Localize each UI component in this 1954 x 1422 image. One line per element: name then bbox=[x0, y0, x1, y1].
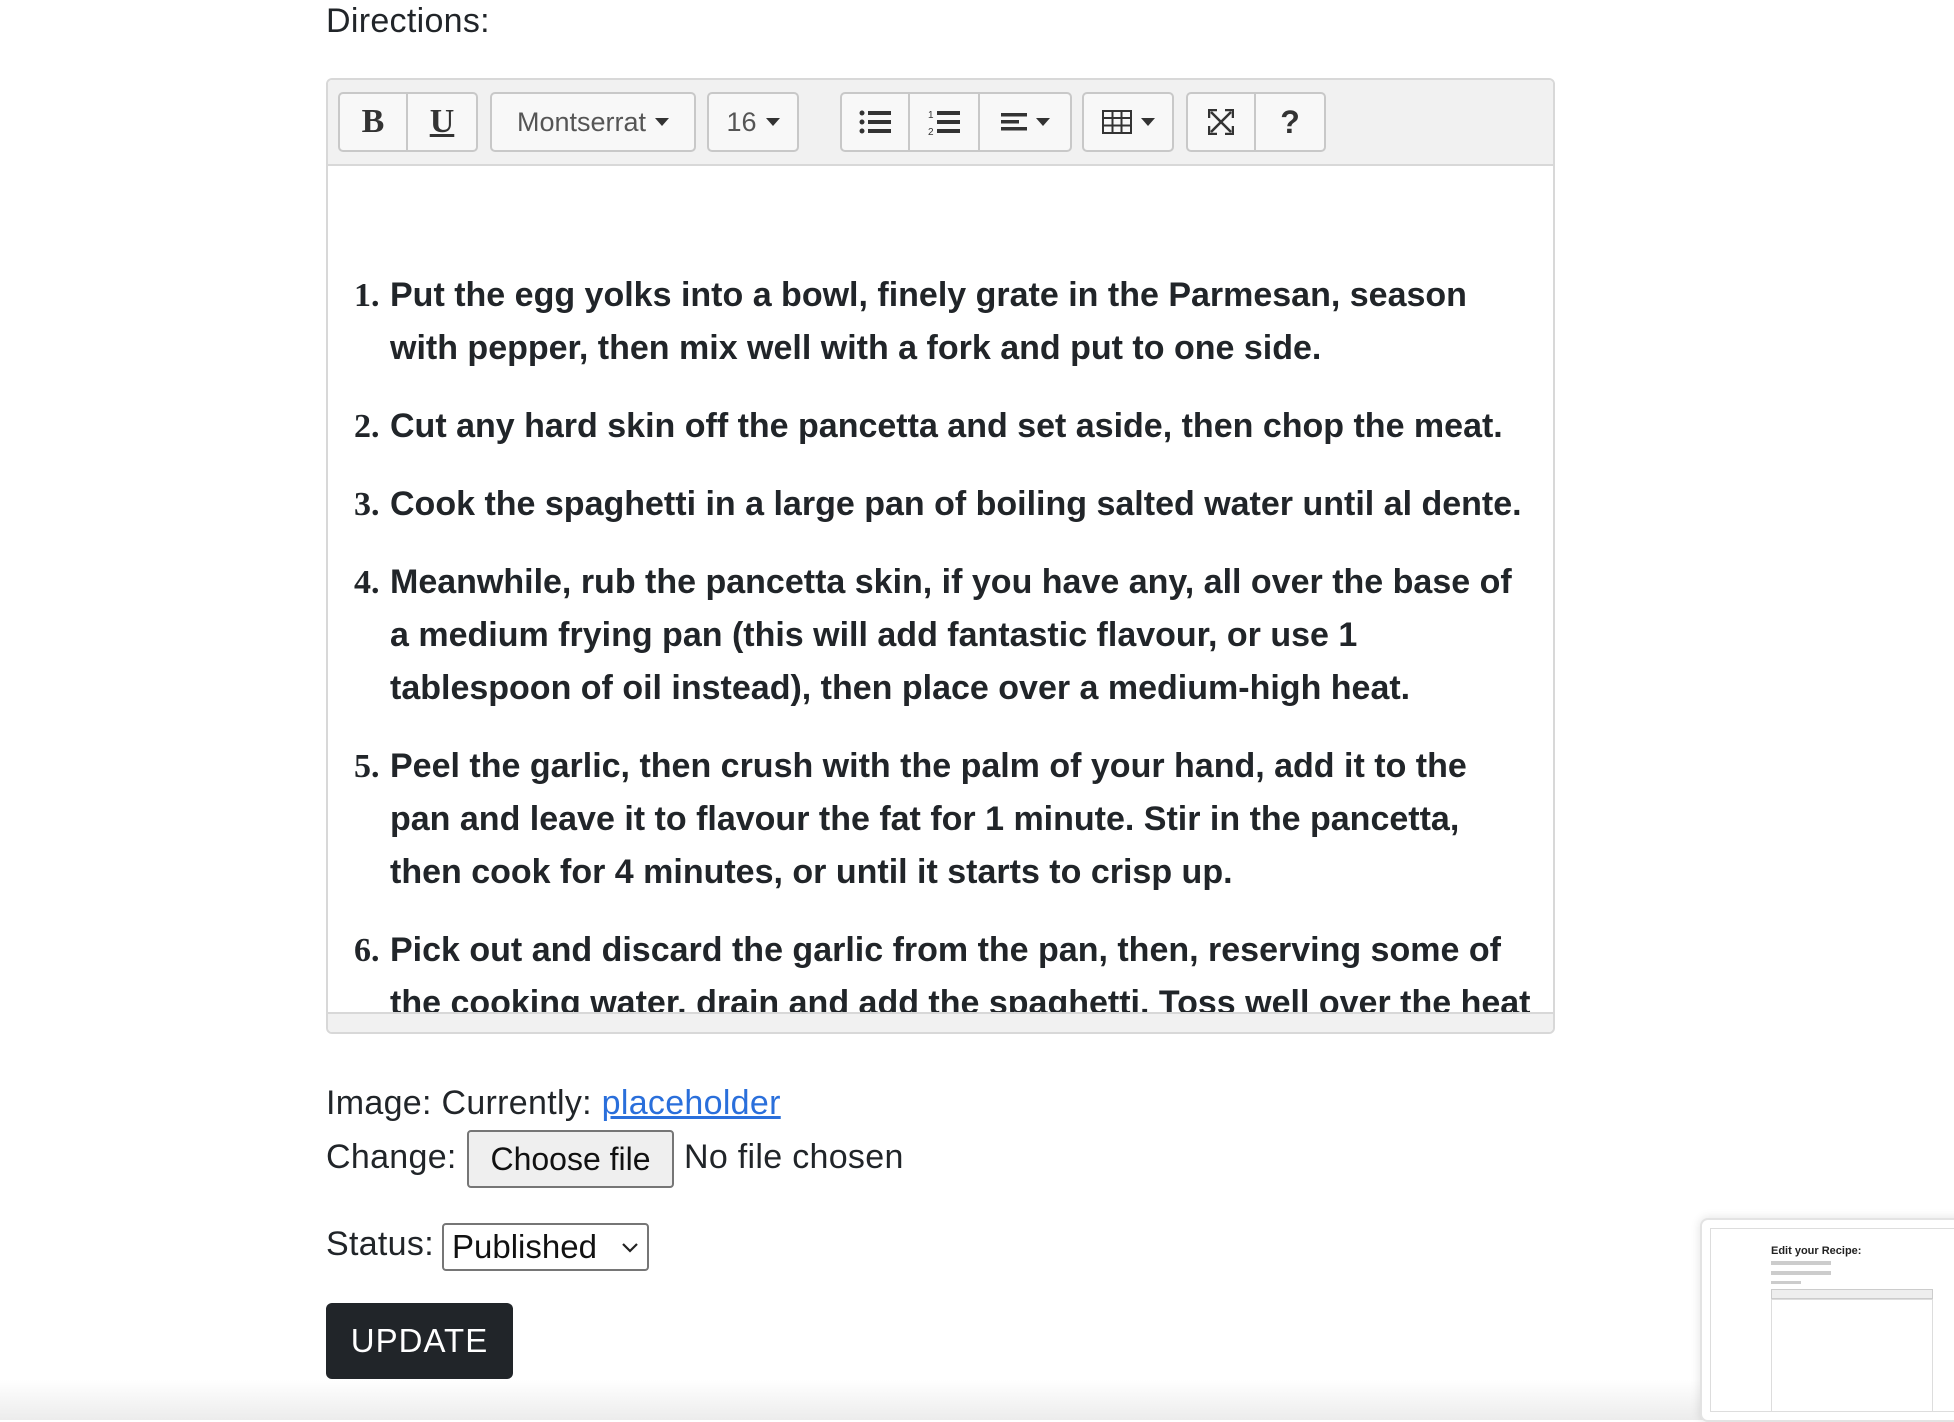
list-item: Meanwhile, rub the pancetta skin, if you… bbox=[388, 556, 1535, 715]
list-item: Put the egg yolks into a bowl, finely gr… bbox=[388, 269, 1535, 375]
bold-button[interactable]: B bbox=[338, 92, 408, 152]
list-item: Cut any hard skin off the pancetta and s… bbox=[388, 400, 1535, 453]
bottom-edge-shadow bbox=[0, 1380, 1954, 1420]
numbered-list-icon: 1 2 bbox=[928, 110, 960, 136]
list-item: Pick out and discard the garlic from the… bbox=[388, 924, 1535, 1014]
thumbnail-line bbox=[1771, 1281, 1801, 1284]
directions-editor: B U Montserrat 16 1 2 ? 1. Put the egg y… bbox=[326, 78, 1555, 1034]
thumbnail-preview: Edit your Recipe: bbox=[1710, 1228, 1954, 1412]
chevron-down-icon bbox=[1140, 118, 1155, 126]
table-dropdown[interactable] bbox=[1082, 92, 1174, 152]
status-label: Status: bbox=[326, 1225, 434, 1263]
thumbnail-toolbar bbox=[1771, 1289, 1933, 1299]
choose-file-button[interactable]: Choose file bbox=[467, 1130, 674, 1188]
thumbnail-line bbox=[1771, 1261, 1831, 1265]
chevron-down-icon bbox=[1035, 118, 1050, 126]
underline-button[interactable]: U bbox=[408, 92, 478, 152]
current-image-link[interactable]: placeholder bbox=[602, 1084, 781, 1122]
paragraph-group: 1 2 bbox=[840, 92, 1072, 152]
thumbnail-title: Edit your Recipe: bbox=[1771, 1245, 1862, 1257]
screenshot-thumbnail[interactable]: Edit your Recipe: bbox=[1700, 1218, 1954, 1422]
font-size-value: 16 bbox=[726, 106, 757, 137]
unordered-list-button[interactable] bbox=[840, 92, 910, 152]
view-group: ? bbox=[1186, 92, 1326, 152]
svg-text:1: 1 bbox=[928, 110, 934, 121]
directions-label: Directions: bbox=[326, 2, 490, 40]
fullscreen-button[interactable] bbox=[1186, 92, 1256, 152]
editor-resize-handle[interactable] bbox=[328, 1012, 1553, 1032]
table-icon bbox=[1101, 110, 1132, 134]
chevron-down-icon bbox=[622, 1243, 638, 1253]
align-dropdown[interactable] bbox=[980, 92, 1072, 152]
ordered-list-button[interactable]: 1 2 bbox=[910, 92, 980, 152]
align-left-icon bbox=[1000, 113, 1027, 131]
chevron-down-icon bbox=[655, 118, 670, 126]
editor-content[interactable]: Put the egg yolks into a bowl, finely gr… bbox=[328, 164, 1553, 1014]
font-name-dropdown[interactable]: Montserrat bbox=[490, 92, 696, 152]
font-size-dropdown[interactable]: 16 bbox=[707, 92, 799, 152]
list-item: Peel the garlic, then crush with the pal… bbox=[388, 740, 1535, 899]
thumbnail-editor bbox=[1771, 1299, 1933, 1411]
fullscreen-icon bbox=[1208, 109, 1234, 135]
directions-list: Put the egg yolks into a bowl, finely gr… bbox=[328, 269, 1535, 1014]
help-button[interactable]: ? bbox=[1256, 92, 1326, 152]
table-group bbox=[1082, 92, 1174, 152]
font-name-value: Montserrat bbox=[516, 106, 647, 137]
chevron-down-icon bbox=[765, 118, 780, 126]
font-name-group: Montserrat bbox=[490, 92, 696, 152]
editor-toolbar: B U Montserrat 16 1 2 ? bbox=[328, 80, 1553, 166]
image-label: Image: Currently: bbox=[326, 1084, 592, 1122]
no-file-chosen-text: No file chosen bbox=[684, 1138, 904, 1176]
image-row: Image: Currently: placeholder bbox=[326, 1084, 781, 1123]
update-button[interactable]: UPDATE bbox=[326, 1303, 513, 1379]
thumbnail-line bbox=[1771, 1271, 1831, 1275]
style-group: B U bbox=[338, 92, 478, 152]
status-selected-value: Published bbox=[452, 1228, 597, 1265]
font-size-group: 16 bbox=[707, 92, 799, 152]
list-item: Cook the spaghetti in a large pan of boi… bbox=[388, 478, 1535, 531]
bullet-list-icon bbox=[859, 110, 891, 134]
status-select[interactable]: Published bbox=[442, 1223, 649, 1271]
change-label: Change: bbox=[326, 1138, 457, 1176]
svg-text:2: 2 bbox=[928, 127, 934, 136]
